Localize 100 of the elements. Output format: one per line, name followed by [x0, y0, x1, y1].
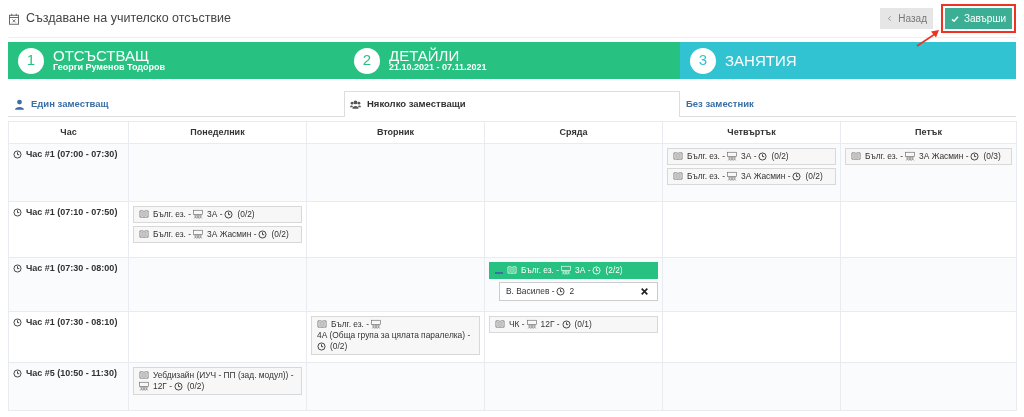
- time-label: Час #1 (07:30 - 08:10): [26, 316, 118, 329]
- clock-icon: [317, 341, 326, 351]
- clock-icon: [592, 265, 602, 275]
- subject-text: Бълг. ез. -: [521, 265, 560, 276]
- clock-icon: [556, 286, 566, 296]
- step-title: ОТСЪСТВАЩ: [53, 48, 150, 64]
- group-icon: [905, 151, 916, 162]
- group-icon: [193, 229, 204, 240]
- clock-icon: [792, 171, 802, 181]
- column-header: Четвъртък: [662, 121, 841, 144]
- close-icon: [640, 286, 649, 296]
- minus-icon: [495, 272, 503, 275]
- lesson-card[interactable]: ЧК - 12Г - (0/1): [489, 316, 658, 333]
- count-text: (2/2): [605, 265, 623, 276]
- subject-text: Бълг. ез. -: [687, 170, 726, 182]
- clock-icon: [224, 209, 234, 219]
- time-label: Час #1 (07:00 - 07:30): [26, 148, 118, 161]
- book-icon: [317, 319, 327, 330]
- time-label: Час #1 (07:30 - 08:00): [26, 262, 118, 275]
- back-button[interactable]: Назад: [880, 8, 933, 29]
- step-title: ДЕТАЙЛИ: [389, 48, 460, 64]
- step-subtitle: 21.10.2021 - 07.11.2021: [389, 63, 487, 73]
- user-icon: [14, 98, 25, 110]
- book-icon: [673, 171, 683, 182]
- group-text: 3А Жасмин -: [919, 151, 969, 162]
- tab[interactable]: Един заместващ: [8, 91, 344, 116]
- book-icon: [139, 229, 149, 240]
- page-title: Създаване на учителско отсъствие: [26, 10, 231, 28]
- column-header: Вторник: [306, 121, 485, 144]
- group-text: 3А Жасмин -: [741, 170, 791, 182]
- clock-icon: [13, 264, 22, 274]
- substitute-hours: 2: [569, 284, 575, 298]
- column-header: Петък: [840, 121, 1017, 144]
- lesson-card[interactable]: Бълг. ез. - 3А Жасмин - (0/2): [667, 167, 836, 185]
- annotation-arrow: [915, 28, 941, 48]
- subject-text: ЧК -: [509, 319, 525, 330]
- book-icon: [139, 370, 149, 381]
- tab[interactable]: Без заместник: [680, 91, 1016, 116]
- lesson-card[interactable]: Бълг. ез. - 4А (Обща група за цялата паралелка) - (0/2): [311, 316, 480, 355]
- users-icon: [350, 99, 361, 110]
- close-button[interactable]: [640, 286, 651, 296]
- lesson-card[interactable]: Уебдизайн (ИУЧ - ПП (зад. модул)) - 12Г - (0/2): [133, 366, 302, 395]
- lesson-card[interactable]: Бълг. ез. - 3А Жасмин - (0/3): [845, 148, 1012, 165]
- subject-text: Бълг. ез. -: [331, 319, 370, 330]
- group-text: 12Г -: [540, 319, 560, 330]
- clock-icon: [561, 319, 571, 329]
- clock-icon: [13, 318, 22, 328]
- book-icon: [507, 265, 517, 276]
- tab[interactable]: Няколко заместващи: [344, 91, 680, 117]
- group-icon: [727, 151, 738, 162]
- clock-icon: [970, 151, 980, 161]
- count-text: (0/2): [186, 380, 205, 392]
- book-icon: [139, 209, 149, 220]
- clock-icon: [13, 208, 22, 218]
- subject-text: Бълг. ез. -: [687, 151, 726, 162]
- check-icon: [951, 14, 959, 23]
- group-text: 4А (Обща група за цялата паралелка) -: [317, 329, 471, 341]
- group-text: 3А -: [207, 209, 223, 220]
- group-icon: [139, 381, 149, 392]
- calendar-icon: [8, 12, 20, 25]
- substitute-name: В. Василев -: [506, 284, 555, 298]
- chevron-left-icon: [886, 14, 894, 23]
- clock-icon: [173, 381, 183, 391]
- column-header: Час: [8, 121, 129, 144]
- column-header: Понеделник: [128, 121, 307, 144]
- group-icon: [371, 319, 382, 330]
- lesson-card[interactable]: Бълг. ез. - 3А Жасмин - (0/2): [133, 225, 302, 243]
- count-text: (0/2): [330, 340, 348, 352]
- book-icon: [851, 151, 861, 162]
- lesson-card[interactable]: Бълг. ез. - 3А - (0/2): [133, 206, 302, 223]
- count-text: (0/2): [271, 228, 289, 240]
- clock-icon: [13, 369, 22, 378]
- count-text: (0/2): [805, 170, 823, 182]
- subject-text: Бълг. ез. -: [865, 151, 904, 162]
- clock-icon: [758, 151, 768, 161]
- group-icon: [727, 171, 738, 182]
- column-header: Сряда: [484, 121, 663, 144]
- lesson-card[interactable]: Бълг. ез. - 3А - (0/2): [667, 148, 836, 165]
- subject-text: Бълг. ез. -: [153, 209, 192, 220]
- group-icon: [526, 319, 537, 330]
- subject-text: Бълг. ез. -: [153, 228, 192, 240]
- group-icon: [561, 265, 572, 276]
- count-text: (0/2): [237, 209, 255, 220]
- time-label: Час #5 (10:50 - 11:30): [26, 366, 117, 380]
- count-text: (0/1): [574, 319, 592, 330]
- subject-text: Уебдизайн (ИУЧ - ПП (зад. модул)) -: [153, 369, 294, 381]
- step-number: 3: [690, 47, 716, 74]
- count-text: (0/3): [983, 151, 1001, 162]
- clock-icon: [13, 150, 22, 160]
- count-text: (0/2): [771, 151, 789, 162]
- step-title: ЗАНЯТИЯ: [725, 53, 797, 68]
- time-label: Час #1 (07:10 - 07:50): [26, 206, 118, 219]
- group-text: 3А Жасмин -: [207, 228, 257, 240]
- step-number: 2: [354, 47, 380, 74]
- step-number: 1: [18, 47, 44, 74]
- group-text: 12Г -: [153, 380, 172, 392]
- book-icon: [495, 319, 505, 330]
- group-text: 3А -: [741, 151, 757, 162]
- group-text: 3А -: [575, 265, 591, 276]
- group-icon: [193, 209, 204, 220]
